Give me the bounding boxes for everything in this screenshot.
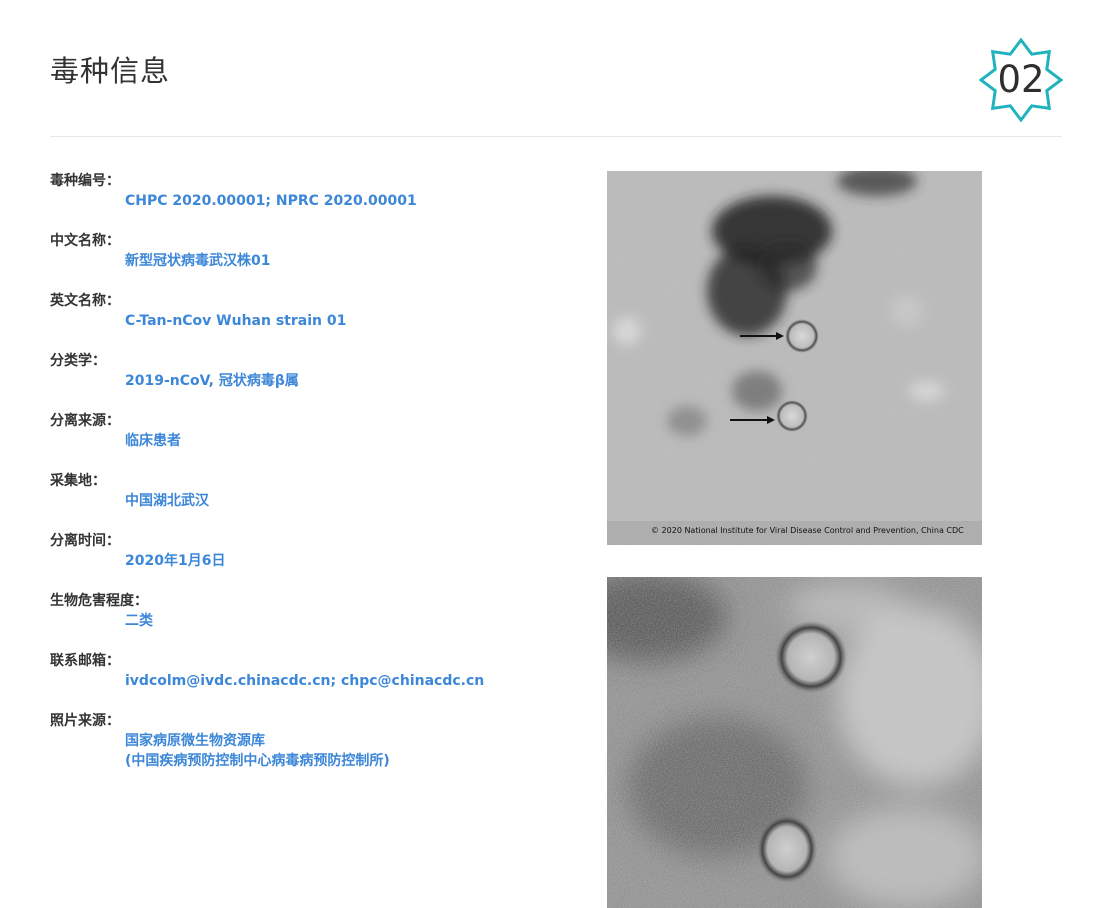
badge-number: 02 (997, 58, 1045, 101)
info-value: 二类 (125, 613, 153, 629)
electron-micrograph-image-1: © 2020 National Institute for Viral Dise… (607, 171, 982, 545)
info-value[interactable]: ivdcolm@ivdc.chinacdc.cn; chpc@chinacdc.… (125, 671, 570, 691)
info-value: 临床患者 (125, 433, 181, 449)
info-value: C-Tan-nCov Wuhan strain 01 (125, 313, 347, 329)
info-value: CHPC 2020.00001; NPRC 2020.00001 (125, 193, 417, 209)
info-value: 新型冠状病毒武汉株01 (125, 253, 271, 269)
electron-micrograph-image-2 (607, 577, 982, 908)
info-item-biohazard-level: 生物危害程度： 二类 (50, 591, 570, 651)
strain-info-list: 毒种编号： CHPC 2020.00001; NPRC 2020.00001 中… (50, 171, 570, 771)
photo-copyright-caption: © 2020 National Institute for Viral Dise… (651, 526, 964, 535)
info-label: 联系邮箱： (50, 653, 120, 669)
info-item-chinese-name: 中文名称： 新型冠状病毒武汉株01 (50, 231, 570, 291)
info-label: 采集地： (50, 473, 106, 489)
info-item-isolation-date: 分离时间： 2020年1月6日 (50, 531, 570, 591)
info-item-english-name: 英文名称： C-Tan-nCov Wuhan strain 01 (50, 291, 570, 351)
info-label: 毒种编号： (50, 173, 120, 189)
info-label: 生物危害程度： (50, 593, 148, 609)
info-label: 分离来源： (50, 413, 120, 429)
info-item-isolation-source: 分离来源： 临床患者 (50, 411, 570, 471)
info-item-strain-number: 毒种编号： CHPC 2020.00001; NPRC 2020.00001 (50, 171, 570, 231)
info-value: 2019-nCoV, 冠状病毒β属 (125, 373, 299, 389)
info-value: 2020年1月6日 (125, 553, 226, 569)
info-value: 中国湖北武汉 (125, 493, 209, 509)
info-item-collection-site: 采集地： 中国湖北武汉 (50, 471, 570, 531)
info-label: 分类学： (50, 353, 106, 369)
info-item-contact-email: 联系邮箱： ivdcolm@ivdc.chinacdc.cn; chpc@chi… (50, 651, 570, 711)
info-label: 中文名称： (50, 233, 120, 249)
header-divider (50, 136, 1062, 137)
info-label: 分离时间： (50, 533, 120, 549)
page-title: 毒种信息 (50, 54, 171, 88)
info-label: 照片来源： (50, 713, 120, 729)
info-item-taxonomy: 分类学： 2019-nCoV, 冠状病毒β属 (50, 351, 570, 411)
info-item-photo-source: 照片来源： 国家病原微生物资源库 (中国疾病预防控制中心病毒病预防控制所) (50, 711, 570, 771)
info-label: 英文名称： (50, 293, 120, 309)
info-value-line-2: (中国疾病预防控制中心病毒病预防控制所) (125, 753, 390, 769)
info-value-line-1: 国家病原微生物资源库 (125, 733, 265, 749)
section-number-badge: 02 (979, 38, 1063, 122)
